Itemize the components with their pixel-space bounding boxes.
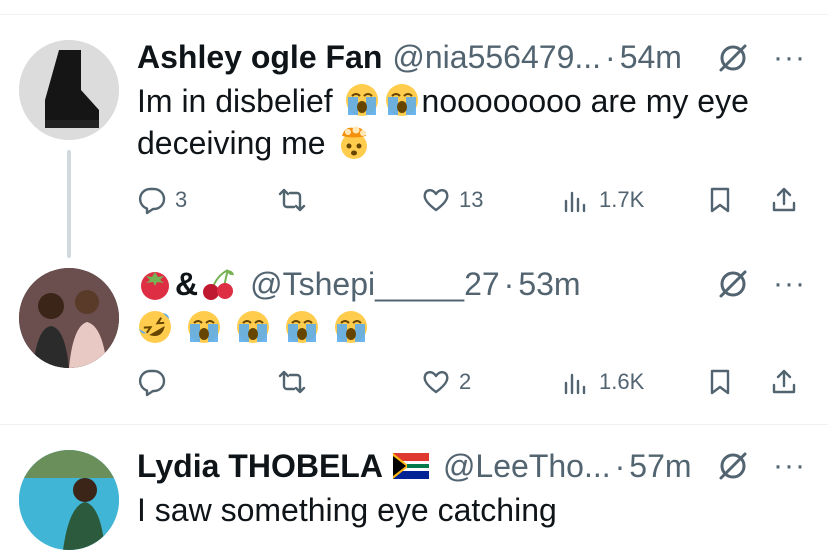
user-handle[interactable]: @LeeTho... xyxy=(443,448,611,485)
top-divider xyxy=(0,14,828,15)
loudly-crying-face-icon xyxy=(344,82,380,118)
reply-count: 3 xyxy=(175,187,188,212)
grok-icon[interactable] xyxy=(715,448,751,484)
south-africa-flag-icon xyxy=(392,453,429,479)
thread-line xyxy=(67,150,71,258)
views-count: 1.6K xyxy=(599,369,645,394)
like-count: 13 xyxy=(459,187,484,212)
share-icon xyxy=(769,367,799,397)
tomato-icon xyxy=(137,266,173,302)
share-button[interactable] xyxy=(769,180,807,220)
timestamp[interactable]: 53m xyxy=(518,266,580,303)
avatar-image xyxy=(19,268,119,368)
tweet-text: Im in disbelief noooooooo are my eye dec… xyxy=(137,80,808,164)
reply-icon xyxy=(137,185,167,215)
grok-icon[interactable] xyxy=(715,40,751,76)
views-button[interactable]: 1.7K xyxy=(561,180,644,220)
display-name[interactable]: Lydia THOBELA xyxy=(137,448,383,485)
views-count: 1.7K xyxy=(599,187,645,212)
avatar-image xyxy=(19,40,119,140)
timestamp[interactable]: 54m xyxy=(620,39,682,76)
reply-button[interactable] xyxy=(137,362,175,402)
avatar-image xyxy=(19,450,119,550)
loudly-crying-face-icon xyxy=(333,309,369,345)
separator: · xyxy=(605,38,616,75)
tweet-header: Ashley ogle Fan @nia556479... · 54m xyxy=(137,37,682,77)
bookmark-icon xyxy=(705,185,735,215)
share-icon xyxy=(769,185,799,215)
reply-icon xyxy=(137,367,167,397)
tweet-header: Lydia THOBELA @LeeTho... · 57m xyxy=(137,446,692,486)
exploding-head-icon xyxy=(336,124,372,160)
retweet-icon xyxy=(277,185,307,215)
tweet-text-part: I saw something eye catching xyxy=(137,492,557,528)
cherries-icon xyxy=(200,266,236,302)
views-button[interactable]: 1.6K xyxy=(561,362,644,402)
header-icons: ··· xyxy=(715,266,806,302)
user-handle[interactable]: @Tshepi_____27 xyxy=(250,266,500,303)
tweet-text xyxy=(137,307,808,349)
tweet-text: I saw something eye catching xyxy=(137,489,808,531)
like-button[interactable]: 13 xyxy=(421,180,483,220)
like-count: 2 xyxy=(459,369,472,394)
tweet-text-part: noooooooo are my eye xyxy=(421,83,749,119)
reply-button[interactable]: 3 xyxy=(137,180,187,220)
more-options-icon[interactable]: ··· xyxy=(773,451,806,481)
views-icon xyxy=(561,185,591,215)
retweet-icon xyxy=(277,367,307,397)
loudly-crying-face-icon xyxy=(284,309,320,345)
retweet-button[interactable] xyxy=(277,180,315,220)
retweet-button[interactable] xyxy=(277,362,315,402)
avatar[interactable] xyxy=(19,40,119,140)
tweet-text-part: deceiving me xyxy=(137,125,326,161)
tweet-text-part: Im in disbelief xyxy=(137,83,333,119)
separator: · xyxy=(614,447,626,484)
header-icons: ··· xyxy=(715,40,806,76)
bookmark-button[interactable] xyxy=(705,362,743,402)
loudly-crying-face-icon xyxy=(235,309,271,345)
avatar[interactable] xyxy=(19,450,119,550)
tweet-divider xyxy=(0,424,828,425)
rolling-on-floor-laughing-icon xyxy=(137,309,173,345)
tweet-header: & @Tshepi_____27 · 53m xyxy=(137,264,581,304)
action-bar: 2 1.6K xyxy=(137,362,817,402)
timestamp[interactable]: 57m xyxy=(629,448,691,485)
more-options-icon[interactable]: ··· xyxy=(773,269,806,299)
views-icon xyxy=(561,367,591,397)
display-name[interactable]: Ashley ogle Fan xyxy=(137,39,382,76)
bookmark-icon xyxy=(705,367,735,397)
loudly-crying-face-icon xyxy=(186,309,222,345)
separator: · xyxy=(503,265,515,302)
share-button[interactable] xyxy=(769,362,807,402)
grok-icon[interactable] xyxy=(715,266,751,302)
like-icon xyxy=(421,367,451,397)
display-name[interactable]: & xyxy=(175,266,198,303)
avatar[interactable] xyxy=(19,268,119,368)
action-bar: 3 13 1.7K xyxy=(137,180,817,220)
more-options-icon[interactable]: ··· xyxy=(773,43,806,73)
loudly-crying-face-icon xyxy=(384,82,420,118)
like-button[interactable]: 2 xyxy=(421,362,471,402)
like-icon xyxy=(421,185,451,215)
user-handle[interactable]: @nia556479... xyxy=(392,39,601,76)
header-icons: ··· xyxy=(715,448,806,484)
bookmark-button[interactable] xyxy=(705,180,743,220)
